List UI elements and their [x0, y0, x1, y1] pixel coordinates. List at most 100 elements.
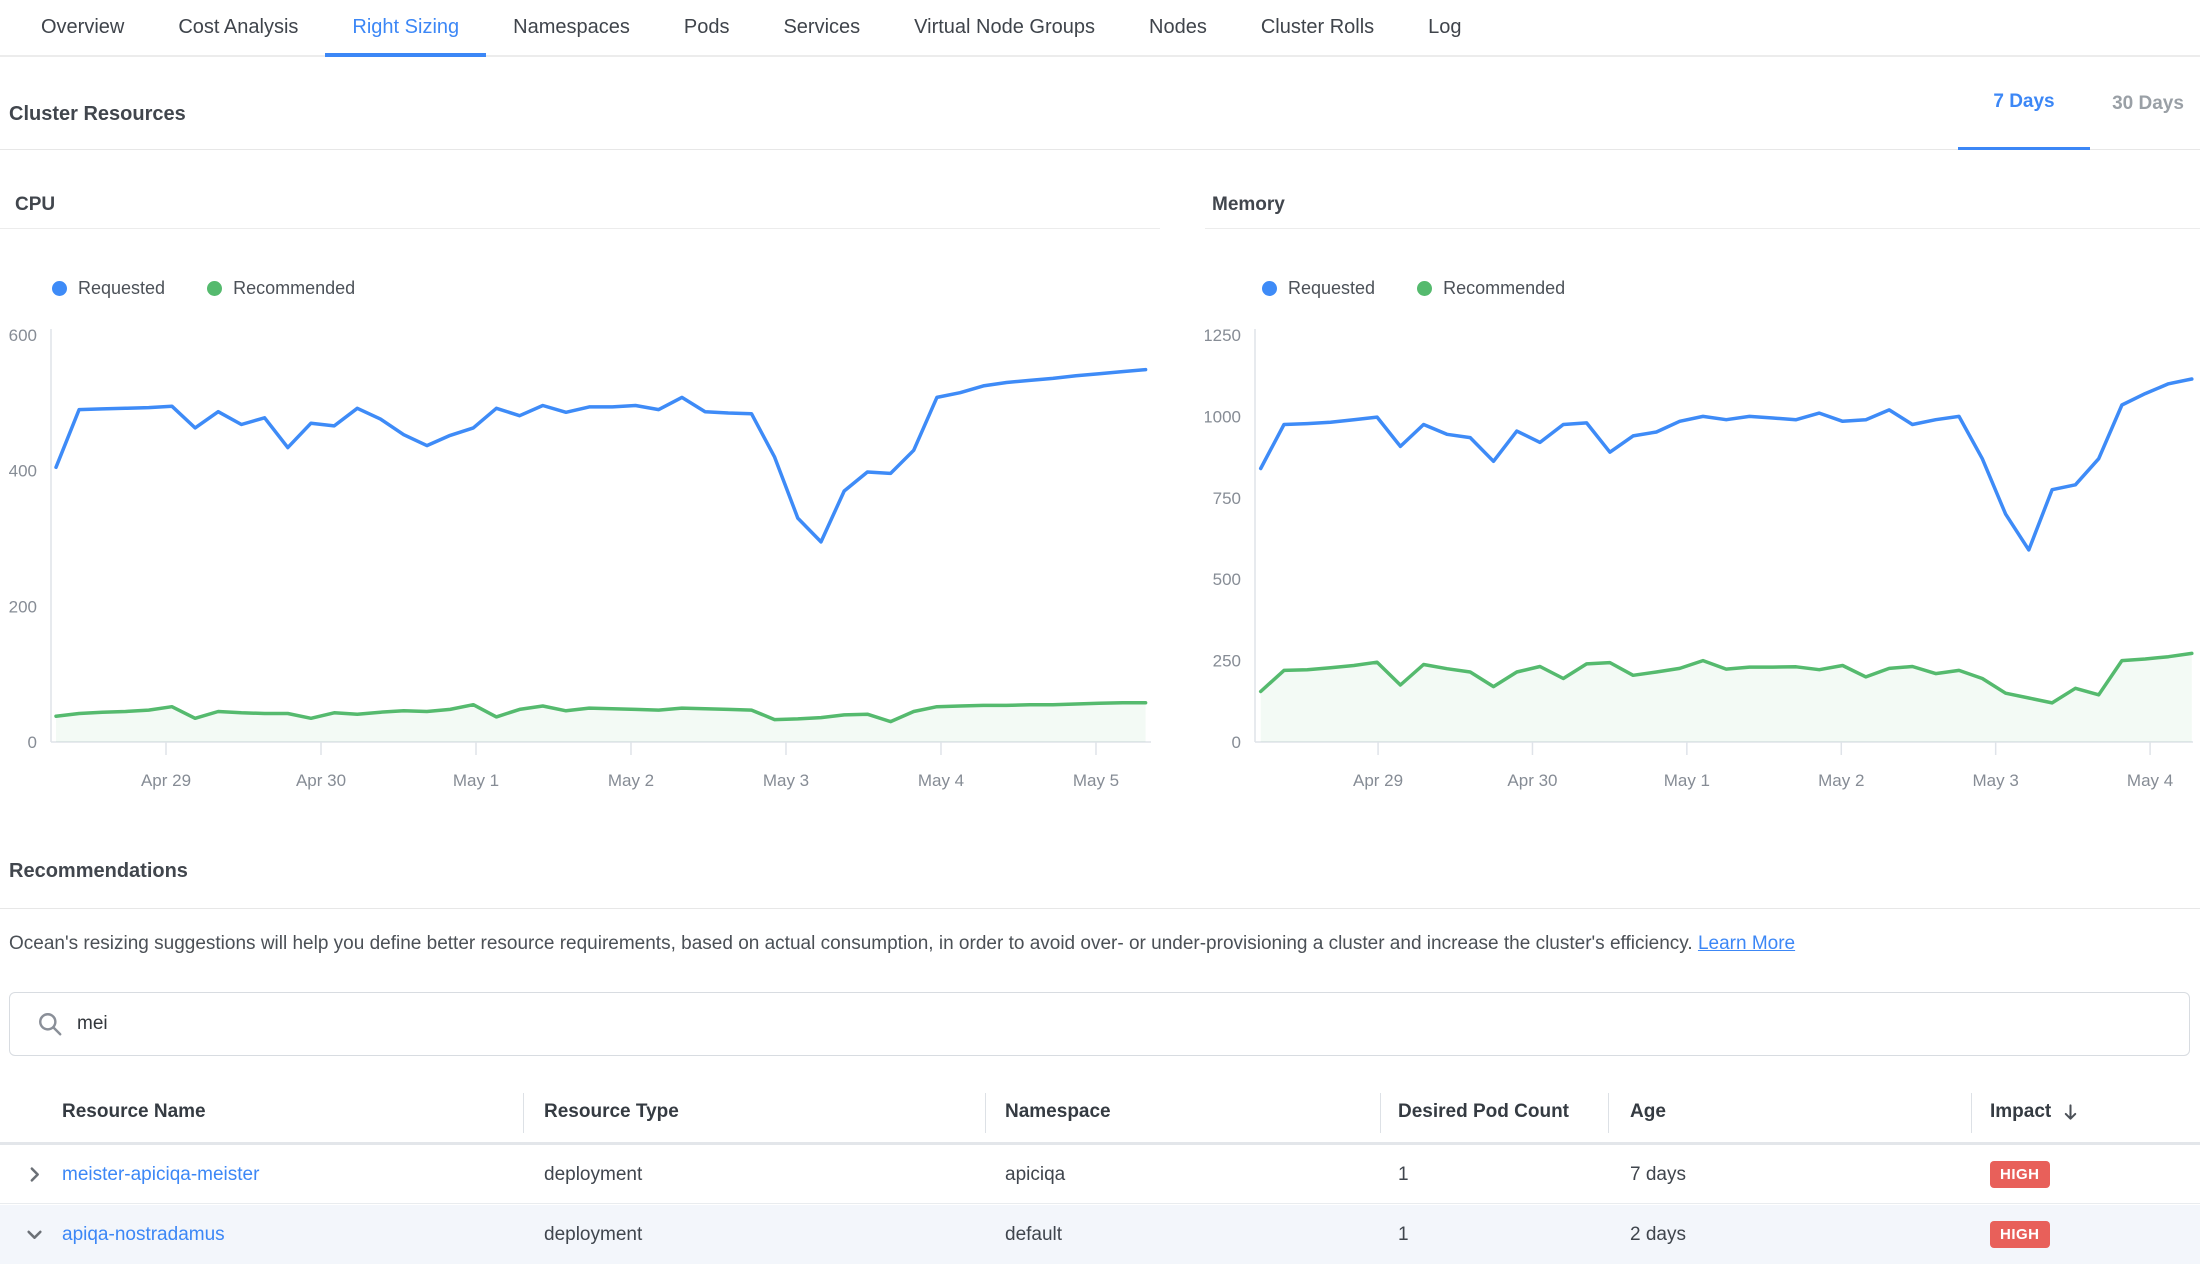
- cpu-chart-canvas: 0 200 400 600 Apr 29 Apr 30 May 1 May 2 May 3 May…: [0, 310, 1160, 792]
- column-header-namespace[interactable]: Namespace: [1005, 1082, 1111, 1142]
- tab-log-label: Log: [1428, 16, 1461, 39]
- memory-chart-canvas: 025050075010001250Apr 29Apr 30May 1May 2…: [1205, 310, 2200, 792]
- age-cell: 2 days: [1630, 1205, 1686, 1264]
- requested-legend-dot-icon: [52, 281, 67, 296]
- tab-cluster-rolls[interactable]: Cluster Rolls: [1234, 0, 1401, 55]
- tab-pods-label: Pods: [684, 16, 730, 39]
- tab-overview-label: Overview: [41, 16, 124, 39]
- learn-more-link[interactable]: Learn More: [1698, 933, 1795, 954]
- memory-legend-requested[interactable]: Requested: [1262, 278, 1375, 299]
- tab-pods[interactable]: Pods: [657, 0, 757, 55]
- svg-text:May 2: May 2: [1818, 771, 1864, 790]
- memory-legend-recommended-label: Recommended: [1443, 278, 1565, 299]
- svg-text:200: 200: [9, 597, 37, 616]
- top-tab-bar: Overview Cost Analysis Right Sizing Name…: [0, 0, 2200, 57]
- cpu-legend-recommended[interactable]: Recommended: [207, 278, 355, 299]
- svg-text:May 1: May 1: [453, 771, 499, 790]
- svg-text:May 1: May 1: [1664, 771, 1710, 790]
- tab-right-sizing[interactable]: Right Sizing: [325, 0, 486, 55]
- svg-text:Apr 30: Apr 30: [1507, 771, 1557, 790]
- svg-text:May 4: May 4: [918, 771, 964, 790]
- recommendations-description-text: Ocean's resizing suggestions will help y…: [9, 933, 1693, 954]
- table-row: apiqa-nostradamus deployment default 1 2…: [0, 1205, 2200, 1264]
- column-divider: [1608, 1093, 1609, 1133]
- range-tab-30-days[interactable]: 30 Days: [2096, 57, 2200, 150]
- tab-cost-analysis-label: Cost Analysis: [178, 16, 298, 39]
- tab-namespaces-label: Namespaces: [513, 16, 630, 39]
- svg-text:May 3: May 3: [1973, 771, 2019, 790]
- collapse-chevron-down-icon[interactable]: [26, 1205, 43, 1264]
- svg-text:Apr 29: Apr 29: [141, 771, 191, 790]
- resource-search-input[interactable]: [77, 1013, 1977, 1035]
- namespace-cell: apiciqa: [1005, 1146, 1065, 1203]
- svg-text:750: 750: [1213, 489, 1241, 508]
- svg-text:Apr 30: Apr 30: [296, 771, 346, 790]
- cpu-chart-title: CPU: [15, 194, 55, 216]
- resource-type-cell: deployment: [544, 1146, 642, 1203]
- column-header-resource-type[interactable]: Resource Type: [544, 1082, 679, 1142]
- column-header-desired-pod-count[interactable]: Desired Pod Count: [1398, 1082, 1569, 1142]
- age-cell: 7 days: [1630, 1146, 1686, 1203]
- svg-text:0: 0: [28, 733, 37, 752]
- memory-chart-title: Memory: [1212, 194, 1285, 216]
- svg-text:May 4: May 4: [2127, 771, 2173, 790]
- column-header-impact-label: Impact: [1990, 1101, 2051, 1123]
- tab-services[interactable]: Services: [756, 0, 887, 55]
- impact-cell: HIGH: [1990, 1146, 2050, 1203]
- memory-title-divider: [1205, 228, 2200, 229]
- recommended-legend-dot-icon: [1417, 281, 1432, 296]
- column-header-impact[interactable]: Impact: [1990, 1082, 2080, 1142]
- svg-text:600: 600: [9, 326, 37, 345]
- desired-pod-count-cell: 1: [1398, 1205, 1409, 1264]
- expand-chevron-right-icon[interactable]: [26, 1146, 43, 1203]
- resource-name-link[interactable]: apiqa-nostradamus: [62, 1205, 225, 1264]
- recommendations-description: Ocean's resizing suggestions will help y…: [9, 930, 2194, 958]
- desired-pod-count-cell: 1: [1398, 1146, 1409, 1203]
- cpu-legend-requested-label: Requested: [78, 278, 165, 299]
- requested-legend-dot-icon: [1262, 281, 1277, 296]
- impact-high-badge: HIGH: [1990, 1221, 2050, 1248]
- tab-nodes[interactable]: Nodes: [1122, 0, 1234, 55]
- svg-text:1250: 1250: [1205, 326, 1241, 345]
- tab-nodes-label: Nodes: [1149, 16, 1207, 39]
- table-header: Resource Name Resource Type Namespace De…: [0, 1082, 2200, 1145]
- column-header-resource-name[interactable]: Resource Name: [62, 1082, 206, 1142]
- memory-legend-recommended[interactable]: Recommended: [1417, 278, 1565, 299]
- impact-cell: HIGH: [1990, 1205, 2050, 1264]
- recommendations-divider: [0, 908, 2200, 909]
- page-title: Cluster Resources: [9, 103, 186, 126]
- svg-text:0: 0: [1232, 733, 1241, 752]
- svg-text:250: 250: [1213, 652, 1241, 671]
- svg-text:May 3: May 3: [763, 771, 809, 790]
- cluster-resources-header: Cluster Resources 7 Days 30 Days: [0, 57, 2200, 150]
- svg-text:500: 500: [1213, 570, 1241, 589]
- sort-descending-arrow-icon: [2061, 1103, 2080, 1122]
- svg-text:May 5: May 5: [1073, 771, 1119, 790]
- column-header-age[interactable]: Age: [1630, 1082, 1666, 1142]
- tab-virtual-node-groups[interactable]: Virtual Node Groups: [887, 0, 1122, 55]
- tab-namespaces[interactable]: Namespaces: [486, 0, 657, 55]
- svg-text:400: 400: [9, 462, 37, 481]
- tab-overview[interactable]: Overview: [14, 0, 151, 55]
- column-divider: [1380, 1093, 1381, 1133]
- svg-text:1000: 1000: [1205, 407, 1241, 426]
- resource-search-box[interactable]: [9, 992, 2190, 1056]
- tab-cluster-rolls-label: Cluster Rolls: [1261, 16, 1374, 39]
- recommended-legend-dot-icon: [207, 281, 222, 296]
- range-tab-7-days[interactable]: 7 Days: [1958, 57, 2090, 150]
- search-icon: [37, 1011, 64, 1038]
- table-row: meister-apiciqa-meister deployment apici…: [0, 1146, 2200, 1204]
- tab-cost-analysis[interactable]: Cost Analysis: [151, 0, 325, 55]
- svg-text:May 2: May 2: [608, 771, 654, 790]
- cpu-title-divider: [0, 228, 1160, 229]
- cpu-legend-recommended-label: Recommended: [233, 278, 355, 299]
- tab-log[interactable]: Log: [1401, 0, 1488, 55]
- impact-high-badge: HIGH: [1990, 1161, 2050, 1188]
- column-divider: [985, 1093, 986, 1133]
- tab-virtual-node-groups-label: Virtual Node Groups: [914, 16, 1095, 39]
- resource-name-link[interactable]: meister-apiciqa-meister: [62, 1146, 259, 1203]
- memory-legend-requested-label: Requested: [1288, 278, 1375, 299]
- recommendations-title: Recommendations: [9, 860, 188, 883]
- cpu-legend-requested[interactable]: Requested: [52, 278, 165, 299]
- cpu-legend: Requested Recommended: [52, 278, 355, 299]
